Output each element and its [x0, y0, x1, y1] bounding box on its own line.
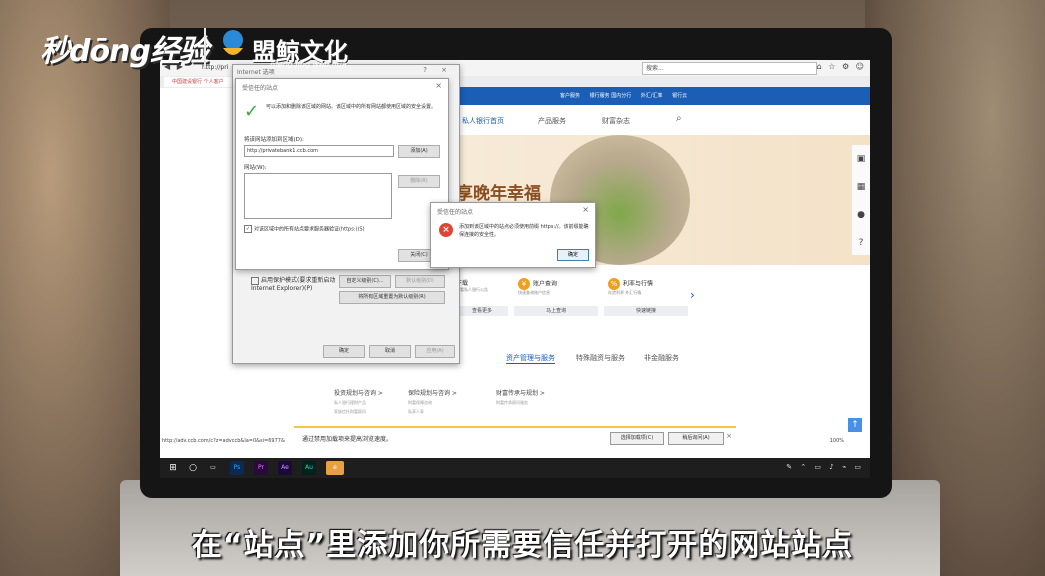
require-https-checkbox[interactable]: ✓ 对该区域中的所有站点要求服务器验证(https:)(S) — [244, 225, 365, 233]
search-icon[interactable]: ○ — [186, 461, 200, 475]
brand-logo-miaodong: 秒dōng经验 — [40, 34, 209, 69]
video-subtitle: 在“站点”里添加你所需要信任并打开的网站站点 — [191, 528, 854, 563]
after-effects-icon[interactable]: Ae — [278, 461, 292, 475]
help-icon[interactable]: ? — [852, 229, 870, 257]
topbar-link[interactable]: 外汇/汇率 — [641, 93, 663, 99]
tab-special-financing[interactable]: 特殊融资与服务 — [576, 353, 625, 363]
service-item[interactable]: 下载 查看私人银行公告 — [456, 278, 488, 293]
service-item[interactable]: % 利率与行情 存贷利率 外汇行情 — [608, 278, 653, 296]
sites-list[interactable] — [244, 173, 392, 219]
brand-logo-pinyin: meng jing wen hua — [270, 60, 347, 69]
error-icon: × — [439, 223, 453, 237]
close-icon[interactable]: × — [582, 205, 589, 214]
notification-bar: 通过禁用加载项来提高浏览速度。 选择加载项(C) 稍后询问(A) × — [294, 426, 736, 448]
location-icon[interactable]: ● — [852, 201, 870, 229]
site-nav: 私人银行首页 产品服务 财富杂志 ⌕ — [450, 105, 870, 136]
add-site-label: 将该网站添加到区域(D): — [244, 137, 304, 143]
yuan-icon: ¥ — [518, 278, 530, 290]
notification-message: 通过禁用加载项来提高浏览速度。 — [302, 436, 393, 443]
dialog-description: 可以添加和删除该区域的网站。该区域中的所有网站都使用区域的安全设置。 — [266, 104, 437, 110]
choose-addons-button[interactable]: 选择加载项(C) — [610, 432, 664, 445]
nav-item-magazine[interactable]: 财富杂志 — [602, 116, 630, 126]
error-message: 添加到该区域中的站点必须使用前缀 https://。该前缀能确保连接的安全性。 — [459, 224, 589, 238]
tab-non-financial[interactable]: 非金融服务 — [644, 353, 679, 363]
toolbar-icons[interactable]: ⌂ ☆ ⚙ ☺ — [817, 62, 866, 71]
store-icon[interactable]: ▦ — [852, 173, 870, 201]
nav-item-home[interactable]: 私人银行首页 — [462, 116, 504, 126]
zoom-level[interactable]: 100% — [830, 438, 844, 444]
search-input[interactable]: 搜索... — [642, 62, 817, 75]
reset-all-zones-button[interactable]: 将所有区域重置为默认级别(R) — [339, 291, 445, 304]
error-dialog-title: 受信任的站点 — [437, 209, 474, 216]
tab-asset-management[interactable]: 资产管理与服务 — [506, 353, 555, 364]
close-icon[interactable]: × — [435, 81, 442, 90]
topbar-link[interactable]: 客户服务 — [560, 93, 580, 99]
windows-start-icon[interactable]: ⊞ — [166, 461, 180, 475]
dialog-title: 受信任的站点 — [242, 85, 279, 92]
link-insurance[interactable]: 保险规划与咨询 > 财富保障咨询 私享人寿 — [408, 388, 457, 415]
audition-icon[interactable]: Au — [302, 461, 316, 475]
apply-button[interactable]: 应用(A) — [415, 345, 455, 358]
check-icon: ✓ — [244, 101, 260, 122]
ok-button[interactable]: 确定 — [323, 345, 365, 358]
window-controls[interactable]: ? × — [423, 66, 453, 74]
id-card-icon[interactable]: ▣ — [852, 145, 870, 173]
query-button[interactable]: 马上查询 — [514, 306, 598, 316]
system-tray[interactable]: ✎ ⌃ ▭ ♪ ⌁ ▭ — [786, 463, 864, 471]
logo-divider — [204, 28, 206, 68]
browser-tab[interactable]: 中国建设银行 个人客户 — [164, 77, 242, 87]
close-icon[interactable]: × — [726, 432, 732, 440]
banner-text: 享晚年幸福 — [456, 184, 541, 204]
error-ok-button[interactable]: 确定 — [557, 249, 589, 261]
trusted-sites-dialog: 受信任的站点 × ✓ 可以添加和删除该区域的网站。该区域中的所有网站都使用区域的… — [235, 78, 449, 270]
chevron-right-icon[interactable]: › — [690, 288, 695, 302]
remove-button[interactable]: 删除(R) — [398, 175, 440, 188]
taskbar: ⊞ ○ ▭ Ps Pr Ae Au e ✎ ⌃ ▭ ♪ ⌁ ▭ — [160, 458, 870, 478]
view-more-button[interactable]: 查看更多 — [456, 306, 508, 316]
right-toolbar: ▣ ▦ ● ? — [851, 145, 870, 255]
link-investment[interactable]: 投资规划与咨询 > 私人银行理财产品 家族信托财富顾问 — [334, 388, 383, 415]
protected-mode-checkbox[interactable]: 启用保护模式(要求重新启动Internet Explorer)(P) — [251, 275, 341, 292]
laptop-screen: ◀ ▶ http://pri 搜索... ⌂ ☆ ⚙ ☺ 中国建设银行 个人客户… — [160, 60, 870, 478]
photoshop-icon[interactable]: Ps — [230, 461, 244, 475]
search-icon[interactable]: ⌕ — [676, 113, 682, 124]
link-wealth-inheritance[interactable]: 财富传承与规划 > 财富传承顾问服务 — [496, 388, 545, 406]
premiere-icon[interactable]: Pr — [254, 461, 268, 475]
default-level-button[interactable]: 默认级别(D) — [395, 275, 445, 288]
nav-item-products[interactable]: 产品服务 — [538, 116, 566, 126]
site-topbar: 客户服务 银行服务 国内分行 外汇/汇率 银行云 — [450, 87, 870, 105]
whale-logo-icon — [223, 30, 243, 55]
add-site-input[interactable]: http://privatebank1.ccb.com — [244, 145, 394, 157]
cancel-button[interactable]: 取消 — [369, 345, 411, 358]
rate-icon: % — [608, 278, 620, 290]
status-url: http://adv.ccb.com/c?z=advccb&la=0&si=69… — [162, 438, 285, 444]
custom-level-button[interactable]: 自定义级别(C)... — [339, 275, 391, 288]
quick-link-button[interactable]: 快速链接 — [604, 306, 688, 316]
ask-later-button[interactable]: 稍后询问(A) — [668, 432, 724, 445]
add-button[interactable]: 添加(A) — [398, 145, 440, 158]
error-dialog: 受信任的站点 × × 添加到该区域中的站点必须使用前缀 https://。该前缀… — [430, 202, 596, 268]
service-item[interactable]: ¥ 账户查询 快速查询账户信息 — [518, 278, 557, 296]
task-view-icon[interactable]: ▭ — [206, 461, 220, 475]
topbar-link[interactable]: 银行云 — [672, 93, 687, 99]
ie-icon[interactable]: e — [326, 461, 344, 475]
sites-label: 网站(W): — [244, 165, 267, 171]
back-to-top-icon[interactable]: ↑ — [848, 418, 862, 432]
topbar-link[interactable]: 银行服务 国内分行 — [590, 93, 632, 99]
